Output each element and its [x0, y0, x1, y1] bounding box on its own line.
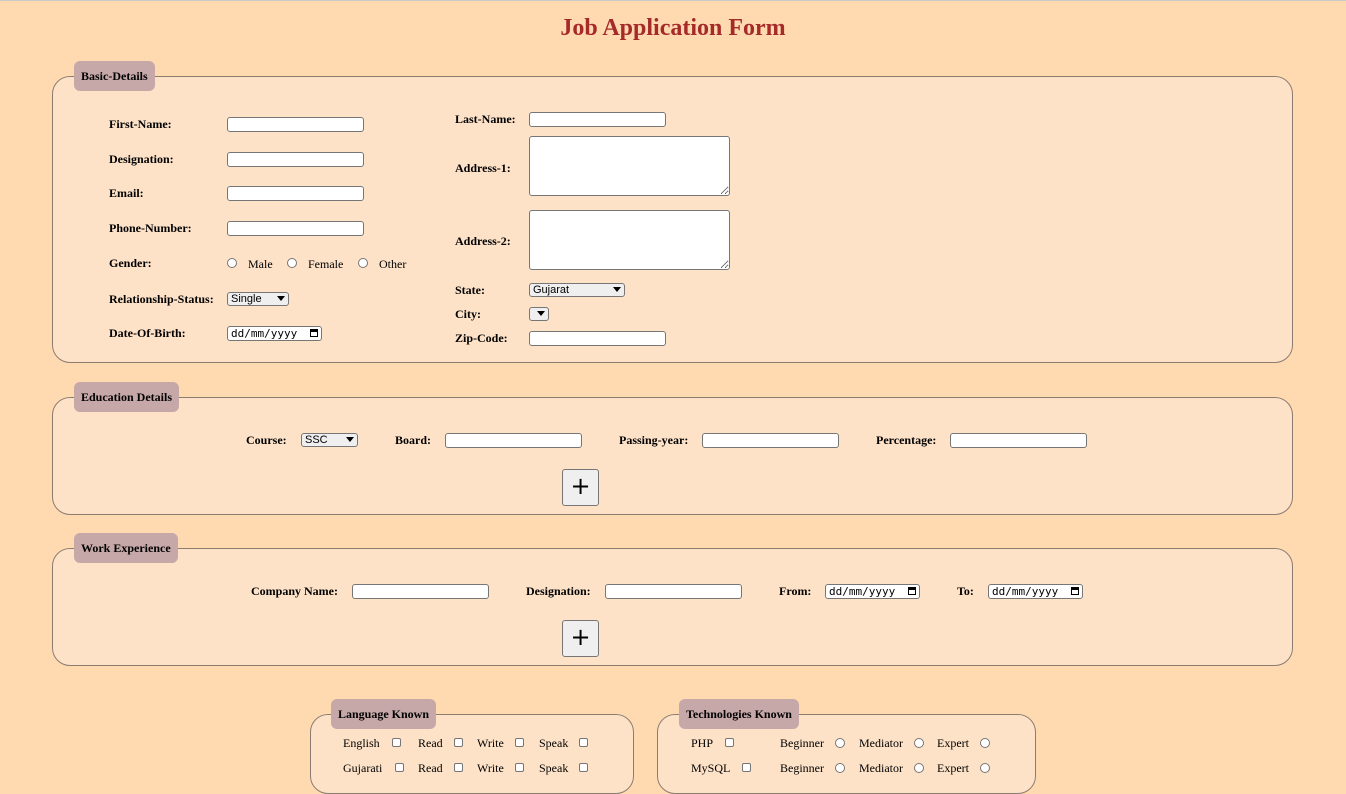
- work-designation-label: Designation:: [526, 584, 591, 598]
- date-placeholder: dd/mm/yyyy: [231, 327, 298, 340]
- chevron-down-icon: [277, 296, 285, 301]
- date-of-birth-input[interactable]: dd/mm/yyyy: [227, 326, 322, 341]
- language-name: English: [343, 736, 380, 750]
- write-label: Write: [477, 736, 504, 750]
- phone-number-label: Phone-Number:: [109, 221, 192, 235]
- to-label: To:: [957, 584, 974, 598]
- company-name-input[interactable]: [352, 584, 489, 599]
- date-placeholder: dd/mm/yyyy: [992, 585, 1059, 598]
- language-legend: Language Known: [331, 699, 437, 729]
- technology-name: PHP: [691, 736, 714, 750]
- calendar-icon[interactable]: [1071, 587, 1079, 595]
- zip-code-label: Zip-Code:: [455, 331, 508, 345]
- chevron-down-icon: [537, 311, 545, 316]
- gender-other-radio[interactable]: [358, 258, 368, 268]
- passing-year-label: Passing-year:: [619, 433, 689, 447]
- state-label: State:: [455, 283, 485, 297]
- course-value: SSC: [305, 434, 328, 446]
- state-select[interactable]: Gujarat: [529, 283, 625, 297]
- phone-number-input[interactable]: [227, 221, 364, 236]
- gujarati-read-checkbox[interactable]: [454, 763, 463, 772]
- education-section: [52, 397, 1293, 515]
- address-2-input[interactable]: [529, 210, 730, 270]
- relationship-status-value: Single: [231, 293, 262, 305]
- email-label: Email:: [109, 186, 144, 200]
- speak-label: Speak: [539, 736, 569, 750]
- gujarati-speak-checkbox[interactable]: [579, 763, 588, 772]
- relationship-status-select[interactable]: Single: [227, 292, 289, 306]
- gender-female-label: Female: [308, 257, 344, 271]
- read-label: Read: [418, 736, 443, 750]
- from-date-input[interactable]: dd/mm/yyyy: [825, 584, 920, 599]
- first-name-label: First-Name:: [109, 117, 172, 131]
- state-value: Gujarat: [533, 284, 570, 296]
- address-1-label: Address-1:: [455, 161, 511, 175]
- designation-label: Designation:: [109, 152, 174, 166]
- gender-label: Gender:: [109, 256, 152, 270]
- gujarati-write-checkbox[interactable]: [515, 763, 524, 772]
- gender-female-radio[interactable]: [287, 258, 297, 268]
- english-read-checkbox[interactable]: [454, 738, 463, 747]
- mysql-beginner-radio[interactable]: [835, 763, 845, 773]
- address-1-input[interactable]: [529, 136, 730, 196]
- add-work-button[interactable]: +: [562, 620, 599, 657]
- address-2-label: Address-2:: [455, 234, 511, 248]
- beginner-label: Beginner: [780, 736, 824, 750]
- course-label: Course:: [246, 433, 287, 447]
- basic-details-legend: Basic-Details: [74, 61, 155, 91]
- gender-male-label: Male: [248, 257, 273, 271]
- course-select[interactable]: SSC: [301, 433, 358, 447]
- board-label: Board:: [395, 433, 431, 447]
- php-mediator-radio[interactable]: [914, 738, 924, 748]
- work-designation-input[interactable]: [605, 584, 742, 599]
- work-experience-legend: Work Experience: [74, 533, 178, 563]
- date-of-birth-label: Date-Of-Birth:: [109, 326, 186, 340]
- gender-other-label: Other: [379, 257, 407, 271]
- company-name-label: Company Name:: [251, 584, 338, 598]
- from-label: From:: [779, 584, 812, 598]
- city-label: City:: [455, 307, 481, 321]
- percentage-label: Percentage:: [876, 433, 937, 447]
- php-beginner-radio[interactable]: [835, 738, 845, 748]
- to-date-input[interactable]: dd/mm/yyyy: [988, 584, 1083, 599]
- education-legend: Education Details: [74, 382, 180, 412]
- technologies-legend: Technologies Known: [679, 699, 799, 729]
- work-experience-section: [52, 548, 1293, 666]
- calendar-icon[interactable]: [310, 329, 318, 337]
- english-checkbox[interactable]: [392, 738, 401, 747]
- gujarati-checkbox[interactable]: [395, 763, 404, 772]
- board-input[interactable]: [445, 433, 582, 448]
- chevron-down-icon: [613, 287, 621, 292]
- add-education-button[interactable]: +: [562, 469, 599, 506]
- gender-male-radio[interactable]: [227, 258, 237, 268]
- percentage-input[interactable]: [950, 433, 1087, 448]
- mysql-checkbox[interactable]: [742, 763, 751, 772]
- relationship-status-label: Relationship-Status:: [109, 292, 214, 306]
- mediator-label: Mediator: [859, 736, 903, 750]
- page-title: Job Application Form: [560, 15, 786, 41]
- english-speak-checkbox[interactable]: [579, 738, 588, 747]
- passing-year-input[interactable]: [702, 433, 839, 448]
- english-write-checkbox[interactable]: [515, 738, 524, 747]
- zip-code-input[interactable]: [529, 331, 666, 346]
- chevron-down-icon: [346, 437, 354, 442]
- email-input[interactable]: [227, 186, 364, 201]
- last-name-label: Last-Name:: [455, 112, 516, 126]
- mysql-expert-radio[interactable]: [980, 763, 990, 773]
- php-expert-radio[interactable]: [980, 738, 990, 748]
- city-select[interactable]: [529, 307, 549, 321]
- expert-label: Expert: [937, 736, 969, 750]
- designation-input[interactable]: [227, 152, 364, 167]
- calendar-icon[interactable]: [908, 587, 916, 595]
- mysql-mediator-radio[interactable]: [914, 763, 924, 773]
- last-name-input[interactable]: [529, 112, 666, 127]
- php-checkbox[interactable]: [725, 738, 734, 747]
- date-placeholder: dd/mm/yyyy: [829, 585, 896, 598]
- first-name-input[interactable]: [227, 117, 364, 132]
